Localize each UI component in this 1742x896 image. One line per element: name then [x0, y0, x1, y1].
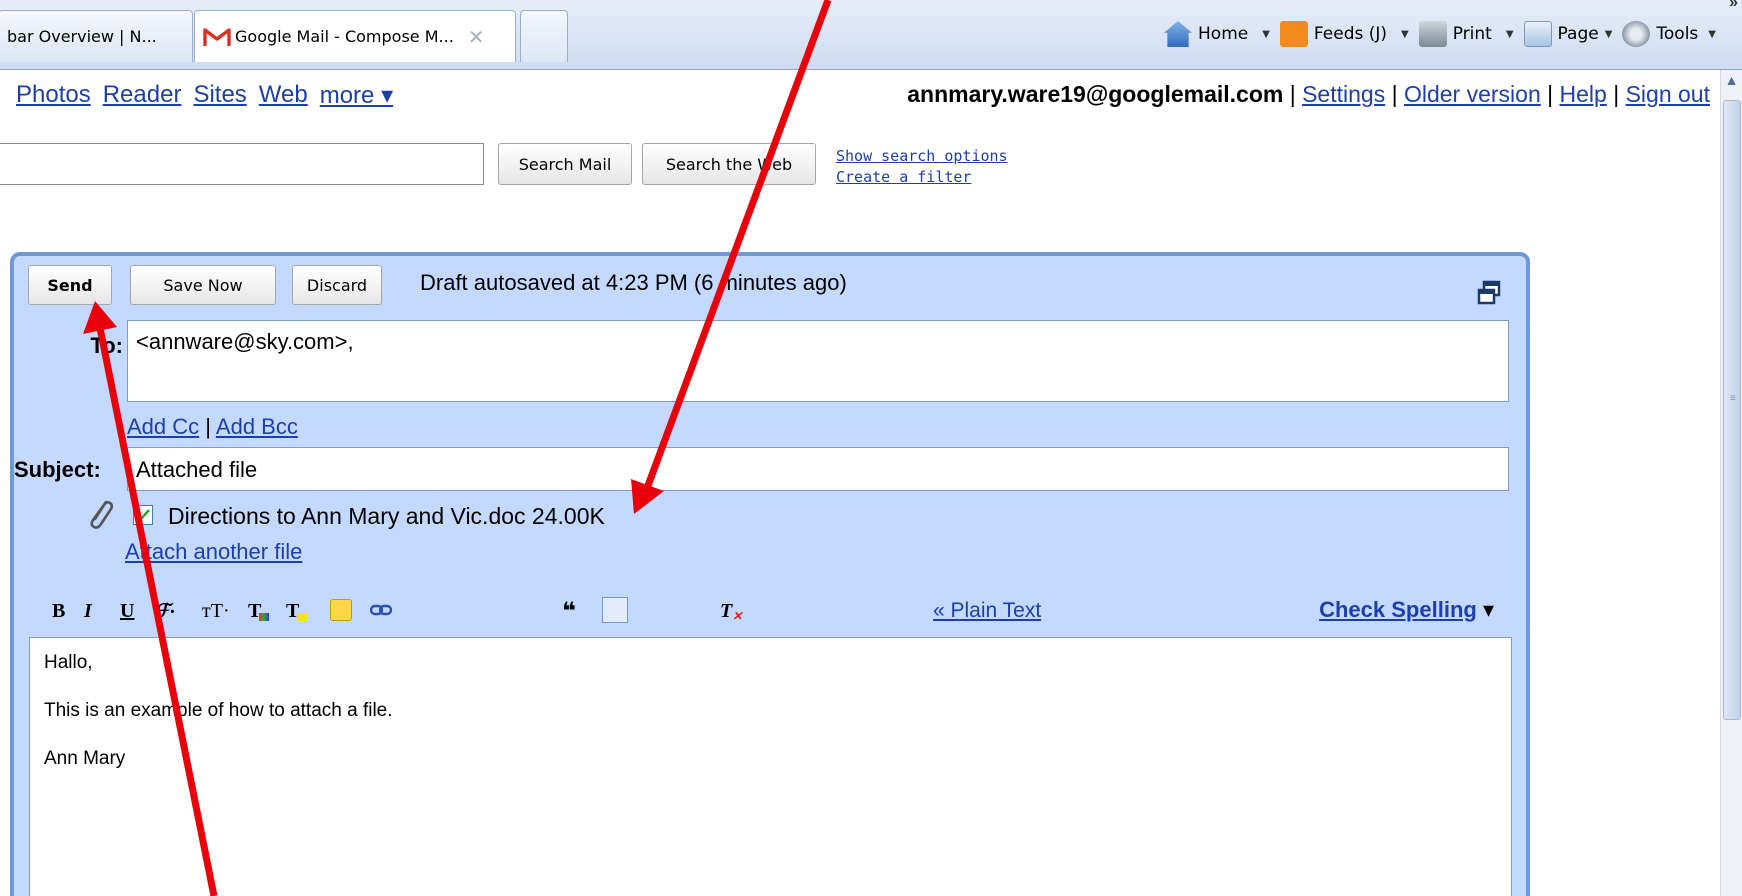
discard-button[interactable]: Discard [292, 265, 382, 305]
bold-icon[interactable]: B [52, 596, 65, 626]
search-mail-button[interactable]: Search Mail [498, 143, 632, 185]
tab-label: bar Overview | N... [7, 27, 157, 46]
font-family-icon[interactable]: ℱ· [154, 596, 175, 626]
scrollbar-thumb[interactable]: ≡ [1723, 100, 1741, 720]
create-filter-link[interactable]: Create a filter [836, 168, 971, 186]
send-button[interactable]: Send [28, 265, 112, 305]
italic-icon[interactable]: I [84, 596, 92, 626]
chevron-overflow-icon[interactable]: » [1729, 0, 1738, 12]
body-line: Ann Mary [44, 748, 126, 769]
attachment-checkbox[interactable] [133, 505, 153, 525]
add-cc-link[interactable]: Add Cc [127, 414, 199, 439]
older-version-link[interactable]: Older version [1404, 81, 1541, 107]
subject-field[interactable]: Attached file [127, 447, 1509, 491]
add-bcc-link[interactable]: Add Bcc [216, 414, 298, 439]
dropdown-arrow-icon[interactable]: ▼ [1401, 29, 1409, 40]
tools-menu-button[interactable]: Tools ▼ [1622, 21, 1716, 47]
gmail-icon [203, 27, 231, 47]
body-line: Hallo, [44, 652, 93, 673]
nav-link-sites[interactable]: Sites [193, 81, 246, 110]
underline-icon[interactable]: U [120, 596, 134, 626]
remove-formatting-icon[interactable]: T ✕ [720, 596, 742, 626]
tab-google-mail-compose[interactable]: Google Mail - Compose M... ✕ [194, 10, 516, 62]
formatting-toolbar: B I U ℱ· тT· T T ❝ T ✕ « Plain Text Check… [30, 588, 1512, 634]
highlight-color-icon[interactable]: T [286, 596, 308, 626]
vertical-scrollbar[interactable]: ▲ ≡ [1720, 70, 1742, 896]
sign-out-link[interactable]: Sign out [1626, 81, 1710, 107]
text-color-icon[interactable]: T [248, 596, 270, 626]
font-size-icon[interactable]: тT· [202, 596, 230, 626]
product-links: Photos Reader Sites Web more ▾ [16, 81, 393, 110]
printer-icon [1418, 21, 1447, 47]
new-tab-button[interactable] [520, 10, 568, 62]
scroll-up-arrow-icon[interactable]: ▲ [1722, 72, 1742, 94]
nav-link-web[interactable]: Web [259, 81, 308, 110]
subject-value: Attached file [136, 457, 258, 482]
grip-icon: ≡ [1730, 393, 1736, 404]
link-icon[interactable] [370, 599, 392, 621]
home-icon [1164, 21, 1193, 47]
rss-feed-icon [1279, 21, 1308, 47]
chevron-down-icon: ▾ [1482, 597, 1494, 622]
message-body[interactable]: Hallo, This is an example of how to atta… [29, 637, 1512, 896]
page-menu-button[interactable]: Page ▼ [1523, 21, 1613, 47]
check-spelling-button[interactable]: Check Spelling ▾ [1319, 597, 1494, 623]
align-left-icon[interactable] [602, 597, 628, 623]
to-field[interactable]: <annware@sky.com>, [127, 320, 1509, 402]
attachment-name: Directions to Ann Mary and Vic.doc 24.00… [168, 503, 605, 529]
help-link[interactable]: Help [1560, 81, 1607, 107]
draft-status: Draft autosaved at 4:23 PM (6 minutes ag… [420, 270, 847, 295]
align-right-icon[interactable] [680, 600, 702, 620]
browser-tab-strip: bar Overview | N... Google Mail - Compos… [0, 0, 1742, 70]
show-search-options-link[interactable]: Show search options [836, 147, 1008, 165]
search-web-button[interactable]: Search the Web [642, 143, 816, 185]
emoticon-icon[interactable] [330, 599, 352, 621]
body-line: This is an example of how to attach a fi… [44, 700, 393, 721]
close-tab-icon[interactable]: ✕ [468, 25, 485, 49]
dropdown-arrow-icon[interactable]: ▼ [1506, 29, 1514, 40]
search-input[interactable] [0, 143, 484, 185]
nav-link-photos[interactable]: Photos [16, 81, 91, 110]
to-value: <annware@sky.com>, [136, 329, 354, 354]
numbered-list-icon[interactable] [410, 600, 432, 620]
plain-text-link[interactable]: « Plain Text [933, 599, 1041, 623]
indent-more-icon[interactable] [524, 600, 546, 620]
bulleted-list-icon[interactable] [446, 600, 468, 620]
gear-icon [1622, 21, 1651, 47]
indent-less-icon[interactable] [486, 600, 508, 620]
tab-label: Google Mail - Compose M... [235, 27, 454, 46]
command-bar: Home ▼ Feeds (J) ▼ Print ▼ Page ▼ Tools … [1164, 14, 1742, 54]
dropdown-arrow-icon[interactable]: ▼ [1708, 29, 1716, 40]
paperclip-icon [86, 498, 114, 532]
dropdown-arrow-icon[interactable]: ▼ [1262, 29, 1270, 40]
settings-link[interactable]: Settings [1302, 81, 1385, 107]
popout-window-icon[interactable] [1476, 280, 1502, 306]
home-button[interactable]: Home ▼ [1164, 21, 1270, 47]
cc-bcc-links: Add Cc | Add Bcc [127, 414, 298, 439]
save-now-button[interactable]: Save Now [130, 265, 276, 305]
feeds-button[interactable]: Feeds (J) ▼ [1279, 21, 1409, 47]
account-email: annmary.ware19@googlemail.com [907, 81, 1284, 107]
align-center-icon[interactable] [642, 600, 664, 620]
quote-icon[interactable]: ❝ [562, 596, 576, 626]
attach-another-file-link[interactable]: Attach another file [125, 539, 302, 565]
nav-link-reader[interactable]: Reader [103, 81, 182, 110]
tab-toolbar-overview[interactable]: bar Overview | N... [0, 10, 193, 62]
nav-link-more[interactable]: more ▾ [320, 81, 393, 110]
to-label: To: [90, 333, 123, 358]
page-icon [1523, 21, 1552, 47]
print-button[interactable]: Print ▼ [1418, 21, 1514, 47]
subject-label: Subject: [14, 457, 101, 482]
gmail-top-nav: Photos Reader Sites Web more ▾ annmary.w… [0, 72, 1742, 120]
dropdown-arrow-icon[interactable]: ▼ [1605, 29, 1613, 40]
search-options-links: Show search options Create a filter [836, 146, 1008, 188]
account-bar: annmary.ware19@googlemail.com | Settings… [907, 81, 1710, 107]
